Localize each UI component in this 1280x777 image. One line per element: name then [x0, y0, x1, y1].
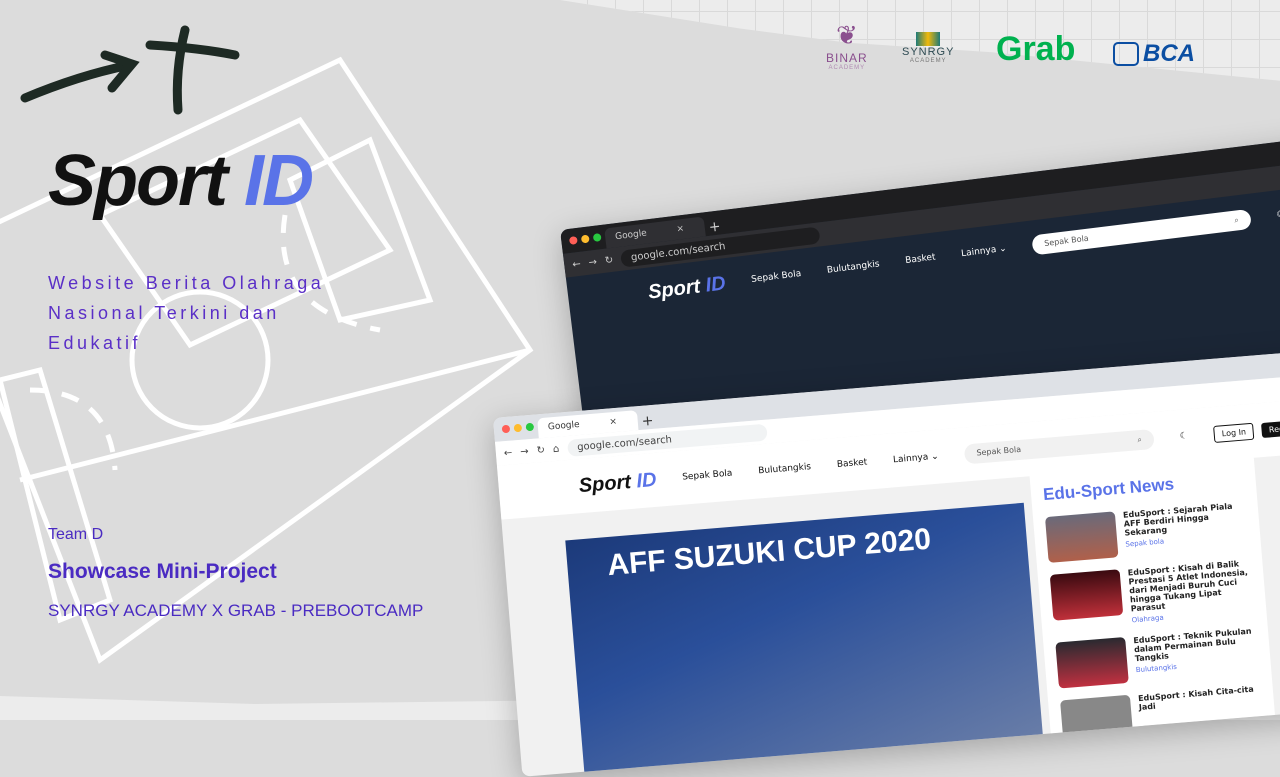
news-thumbnail	[1055, 636, 1129, 689]
grab-logo: Grab	[996, 30, 1076, 68]
nav-lainnya[interactable]: Lainnya ⌄	[961, 244, 1008, 259]
news-thumbnail	[1060, 694, 1134, 747]
news-item[interactable]: EduSport : Teknik Pukulan dalam Permaina…	[1055, 626, 1259, 689]
arrow-scribble	[20, 25, 240, 115]
synrgy-logo: SYNRGY ACADEMY	[902, 32, 954, 64]
forward-icon[interactable]: →	[588, 256, 598, 268]
site-logo[interactable]: Sport ID	[647, 272, 727, 304]
showcase-title: Showcase Mini-Project	[48, 560, 277, 583]
search-icon: ⌕	[1137, 434, 1143, 445]
dark-mode-toggle-icon[interactable]: ☾	[1179, 431, 1188, 442]
bca-logo: BCA	[1113, 40, 1195, 68]
new-tab-button[interactable]: +	[641, 413, 654, 430]
reload-icon[interactable]: ↻	[604, 254, 614, 266]
hero-news-image[interactable]: AFF SUZUKI CUP 2020	[565, 502, 1044, 777]
nav-lainnya[interactable]: Lainnya ⌄	[893, 452, 939, 466]
nav-bulutangkis[interactable]: Bulutangkis	[758, 462, 812, 476]
site-logo[interactable]: Sport ID	[578, 468, 657, 497]
search-input[interactable]: Sepak Bola ⌕	[963, 428, 1155, 465]
nav-basket[interactable]: Basket	[837, 458, 868, 470]
forward-icon[interactable]: →	[520, 446, 529, 458]
sidebar-title: Edu-Sport News	[1042, 474, 1175, 505]
back-icon[interactable]: ←	[572, 258, 582, 270]
edu-sport-news-panel: Edu-Sport News EduSport : Sejarah Piala …	[1029, 455, 1275, 747]
back-icon[interactable]: ←	[503, 447, 512, 459]
news-item[interactable]: EduSport : Kisah di Balik Prestasi 5 Atl…	[1049, 558, 1255, 630]
light-mode-browser-mockup: Google × + ← → ↻ ⌂ google.com/search Sport I…	[493, 349, 1280, 777]
team-label: Team D	[48, 526, 104, 543]
nav-sepak-bola[interactable]: Sepak Bola	[682, 469, 733, 483]
nav-sepak-bola[interactable]: Sepak Bola	[751, 269, 802, 285]
new-tab-button[interactable]: +	[708, 218, 722, 235]
reload-icon[interactable]: ↻	[536, 444, 545, 456]
home-icon[interactable]: ⌂	[552, 443, 559, 454]
binar-logo: ❦ BINAR ACADEMY	[826, 20, 868, 71]
search-icon: ⌕	[1233, 215, 1240, 225]
register-button[interactable]: Register	[1261, 418, 1280, 438]
news-item[interactable]: EduSport : Kisah Cita-cita Jadi	[1060, 684, 1264, 747]
tagline: Website Berita Olahraga Nasional Terkini …	[48, 273, 325, 353]
login-button[interactable]: Log In	[1213, 422, 1255, 443]
dark-mode-toggle-icon[interactable]: ☾	[1276, 210, 1280, 221]
sport-id-logo: Sport ID	[48, 141, 314, 221]
search-input[interactable]: Sepak Bola ⌕	[1031, 208, 1253, 256]
news-item[interactable]: EduSport : Sejarah Piala AFF Berdiri Hin…	[1044, 501, 1249, 563]
academy-label: SYNRGY ACADEMY X GRAB - PREBOOTCAMP	[48, 601, 424, 620]
news-thumbnail	[1049, 569, 1124, 621]
nav-bulutangkis[interactable]: Bulutangkis	[826, 259, 880, 275]
news-thumbnail	[1044, 511, 1119, 563]
nav-basket[interactable]: Basket	[905, 252, 936, 266]
